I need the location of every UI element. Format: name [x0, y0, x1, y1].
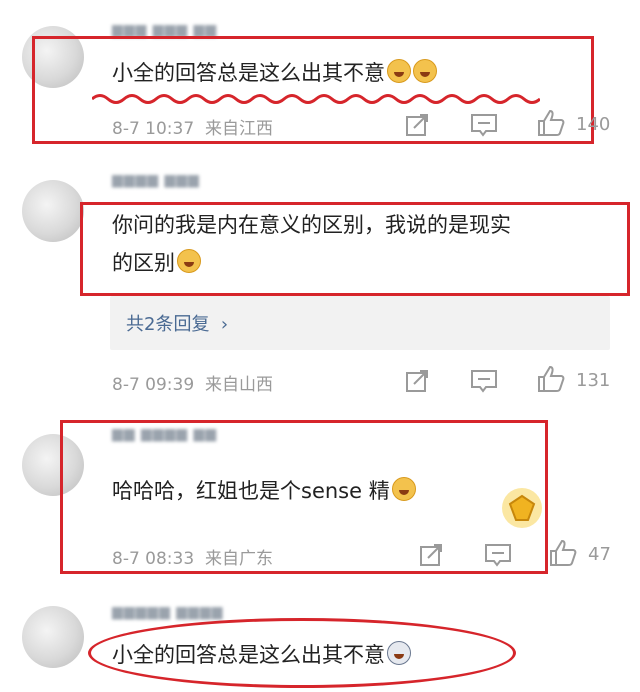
comment-text: 小全的回答总是这么出其不意	[112, 636, 411, 674]
dog-emoji-icon	[413, 59, 437, 83]
comment-4: ▆▆▆▆▆ ▆▆▆▆ 小全的回答总是这么出其不意	[0, 590, 640, 692]
comment-icon[interactable]	[470, 368, 498, 394]
comment-text-line: 你问的我是内在意义的区别，我说的是现实	[112, 213, 511, 237]
chevron-right-icon: ›	[215, 314, 229, 335]
comment-text-body: 小全的回答总是这么出其不意	[112, 61, 385, 85]
comment-text-body: 小全的回答总是这么出其不意	[112, 643, 385, 667]
like-icon[interactable]	[536, 364, 566, 394]
coin-sticker-icon	[502, 488, 542, 528]
avatar[interactable]	[22, 180, 84, 242]
comment-text-body: 哈哈哈，红姐也是个sense 精	[112, 479, 390, 503]
comment-meta: 8-7 08:33 来自广东	[112, 544, 273, 569]
share-icon[interactable]	[418, 542, 444, 568]
like-count: 47	[588, 544, 611, 565]
comment-3: ▆▆ ▆▆▆▆ ▆▆ 哈哈哈，红姐也是个sense 精 8-7 08:33 来自…	[0, 410, 640, 590]
replies-link[interactable]: 共2条回复 ›	[126, 310, 228, 336]
location: 来自广东	[204, 549, 273, 569]
laughing-emoji-icon	[391, 477, 416, 501]
timestamp: 8-7 08:33	[112, 549, 195, 569]
timestamp: 8-7 10:37	[112, 119, 195, 139]
dizzy-emoji-icon	[387, 641, 411, 665]
laughing-emoji-icon	[177, 249, 201, 273]
comment-text: 你问的我是内在意义的区别，我说的是现实 的区别	[112, 206, 622, 282]
like-icon[interactable]	[548, 538, 578, 568]
comment-text-tail: 的区别	[112, 251, 175, 275]
replies-label: 共2条回复	[126, 314, 210, 335]
share-icon[interactable]	[404, 112, 430, 138]
comment-icon[interactable]	[484, 542, 512, 568]
comment-text: 哈哈哈，红姐也是个sense 精	[112, 472, 416, 510]
comment-text: 小全的回答总是这么出其不意	[112, 54, 437, 92]
wavy-underline	[92, 94, 540, 104]
like-icon[interactable]	[536, 108, 566, 138]
comment-text-line: 的区别	[112, 244, 622, 282]
comment-1: ▆▆▆ ▆▆▆ ▆▆ 小全的回答总是这么出其不意 8-7 10:37 来自江西 …	[0, 0, 640, 160]
comment-meta: 8-7 10:37 来自江西	[112, 114, 273, 139]
comment-meta: 8-7 09:39 来自山西	[112, 370, 273, 395]
location: 来自山西	[204, 375, 273, 395]
comment-icon[interactable]	[470, 112, 498, 138]
dog-emoji-icon	[387, 59, 411, 83]
location: 来自江西	[204, 119, 273, 139]
username-blurred[interactable]: ▆▆▆▆ ▆▆▆	[112, 172, 200, 188]
avatar[interactable]	[22, 606, 84, 668]
comment-2: ▆▆▆▆ ▆▆▆ 你问的我是内在意义的区别，我说的是现实 的区别 共2条回复 ›…	[0, 160, 640, 410]
share-icon[interactable]	[404, 368, 430, 394]
like-count: 140	[576, 114, 611, 135]
username-blurred[interactable]: ▆▆▆▆▆ ▆▆▆▆	[112, 604, 223, 620]
like-count: 131	[576, 370, 611, 391]
timestamp: 8-7 09:39	[112, 375, 195, 395]
